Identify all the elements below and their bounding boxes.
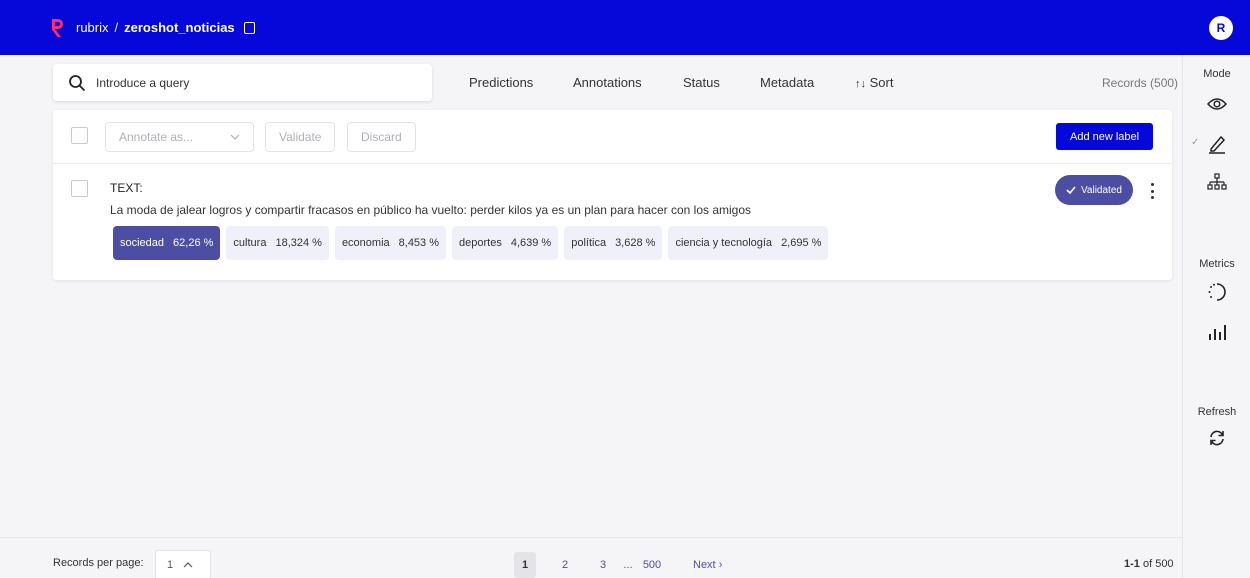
label-name: política bbox=[571, 237, 607, 249]
label-chip[interactable]: cultura 18,324 % bbox=[226, 226, 329, 260]
page-ellipsis: ... bbox=[623, 559, 633, 571]
progress-icon[interactable] bbox=[1205, 280, 1229, 304]
check-icon bbox=[1066, 186, 1076, 194]
toolbar-divider bbox=[53, 163, 1172, 164]
metrics-title: Metrics bbox=[1199, 258, 1235, 270]
chevron-right-icon: › bbox=[718, 559, 723, 571]
annotate-as-label: Annotate as... bbox=[119, 130, 194, 144]
page-button[interactable]: 1 bbox=[514, 552, 536, 578]
chevron-up-icon bbox=[183, 562, 193, 568]
label-chip[interactable]: economia 8,453 % bbox=[334, 226, 447, 260]
breadcrumb: rubrix / zeroshot_noticias bbox=[76, 20, 255, 35]
label-score: 8,453 % bbox=[398, 237, 440, 249]
label-list: sociedad 62,26 % cultura 18,324 % economia… bbox=[113, 226, 829, 260]
range-indicator: 1-1 of 500 bbox=[1124, 558, 1174, 570]
annotate-as-dropdown[interactable]: Annotate as... bbox=[105, 122, 254, 152]
breadcrumb-app[interactable]: rubrix bbox=[76, 20, 109, 35]
copy-icon[interactable] bbox=[243, 21, 255, 34]
label-name: economia bbox=[341, 237, 390, 249]
filter-status[interactable]: Status bbox=[683, 75, 720, 90]
mode-title: Mode bbox=[1203, 68, 1231, 80]
search-box bbox=[53, 64, 432, 101]
sort-button[interactable]: ↑↓ Sort bbox=[855, 75, 893, 90]
page-button[interactable]: 3 bbox=[592, 552, 614, 578]
pencil-icon[interactable] bbox=[1205, 132, 1229, 156]
record-field-label: TEXT: bbox=[110, 181, 143, 195]
record-text: La moda de jalear logros y compartir fra… bbox=[110, 203, 752, 217]
label-name: cultura bbox=[233, 237, 267, 249]
label-score: 2,695 % bbox=[781, 237, 822, 249]
page-button[interactable]: 2 bbox=[554, 552, 576, 578]
record-list-card: Annotate as... Validate Discard Add new … bbox=[53, 110, 1172, 280]
search-icon bbox=[69, 74, 85, 91]
chevron-down-icon bbox=[230, 134, 240, 140]
label-chip[interactable]: deportes 4,639 % bbox=[452, 226, 559, 260]
range-total: of 500 bbox=[1142, 558, 1174, 570]
records-per-page-select[interactable]: 1 bbox=[155, 550, 211, 578]
page-button-last[interactable]: 500 bbox=[641, 552, 663, 578]
label-name: sociedad bbox=[120, 237, 165, 249]
validate-button[interactable]: Validate bbox=[265, 122, 336, 152]
filter-annotations[interactable]: Annotations bbox=[573, 75, 642, 90]
top-bar: rubrix / zeroshot_noticias R bbox=[0, 0, 1250, 55]
status-badge[interactable]: Validated bbox=[1055, 175, 1133, 205]
next-page-button[interactable]: Next › bbox=[693, 552, 722, 578]
add-new-label-button[interactable]: Add new label bbox=[1056, 123, 1154, 150]
status-label: Validated bbox=[1081, 184, 1122, 196]
refresh-icon[interactable] bbox=[1205, 426, 1229, 450]
label-chip[interactable]: sociedad 62,26 % bbox=[113, 226, 221, 260]
label-score: 18,324 % bbox=[275, 237, 322, 249]
sort-label: Sort bbox=[869, 75, 894, 90]
next-label: Next bbox=[693, 559, 716, 571]
label-chip[interactable]: política 3,628 % bbox=[564, 226, 663, 260]
pagination-footer: Records per page: 1 1 2 3 ... 500 Next ›… bbox=[0, 537, 1182, 578]
range-bold: 1-1 bbox=[1124, 558, 1140, 570]
label-name: ciencia y tecnología bbox=[675, 237, 773, 249]
filter-metadata[interactable]: Metadata bbox=[760, 75, 814, 90]
records-per-page-label: Records per page: bbox=[53, 557, 144, 569]
records-count: Records (500) bbox=[1102, 76, 1179, 90]
label-chip[interactable]: ciencia y tecnología 2,695 % bbox=[668, 226, 829, 260]
hierarchy-icon[interactable] bbox=[1205, 170, 1229, 194]
refresh-title: Refresh bbox=[1197, 406, 1237, 418]
user-avatar[interactable]: R bbox=[1209, 16, 1233, 40]
active-mode-check-icon: ✓ bbox=[1191, 137, 1200, 148]
records-per-page-value: 1 bbox=[167, 559, 174, 571]
select-all-checkbox[interactable] bbox=[71, 127, 88, 144]
breadcrumb-separator: / bbox=[114, 20, 119, 35]
label-score: 3,628 % bbox=[615, 237, 656, 249]
discard-button[interactable]: Discard bbox=[347, 122, 416, 152]
label-score: 4,639 % bbox=[510, 237, 552, 249]
rubrix-logo-icon[interactable] bbox=[50, 18, 64, 38]
right-sidebar: Mode ✓ Metrics Refresh bbox=[1182, 55, 1250, 578]
sort-arrows-icon: ↑↓ bbox=[855, 78, 866, 90]
search-input[interactable] bbox=[96, 75, 396, 90]
label-score: 62,26 % bbox=[173, 237, 214, 249]
more-options-icon[interactable] bbox=[1147, 181, 1157, 201]
record-checkbox[interactable] bbox=[71, 180, 88, 197]
breadcrumb-dataset: zeroshot_noticias bbox=[124, 20, 235, 35]
label-name: deportes bbox=[459, 237, 502, 249]
bar-chart-icon[interactable] bbox=[1205, 320, 1229, 344]
filter-predictions[interactable]: Predictions bbox=[469, 75, 533, 90]
eye-icon[interactable] bbox=[1205, 92, 1229, 116]
